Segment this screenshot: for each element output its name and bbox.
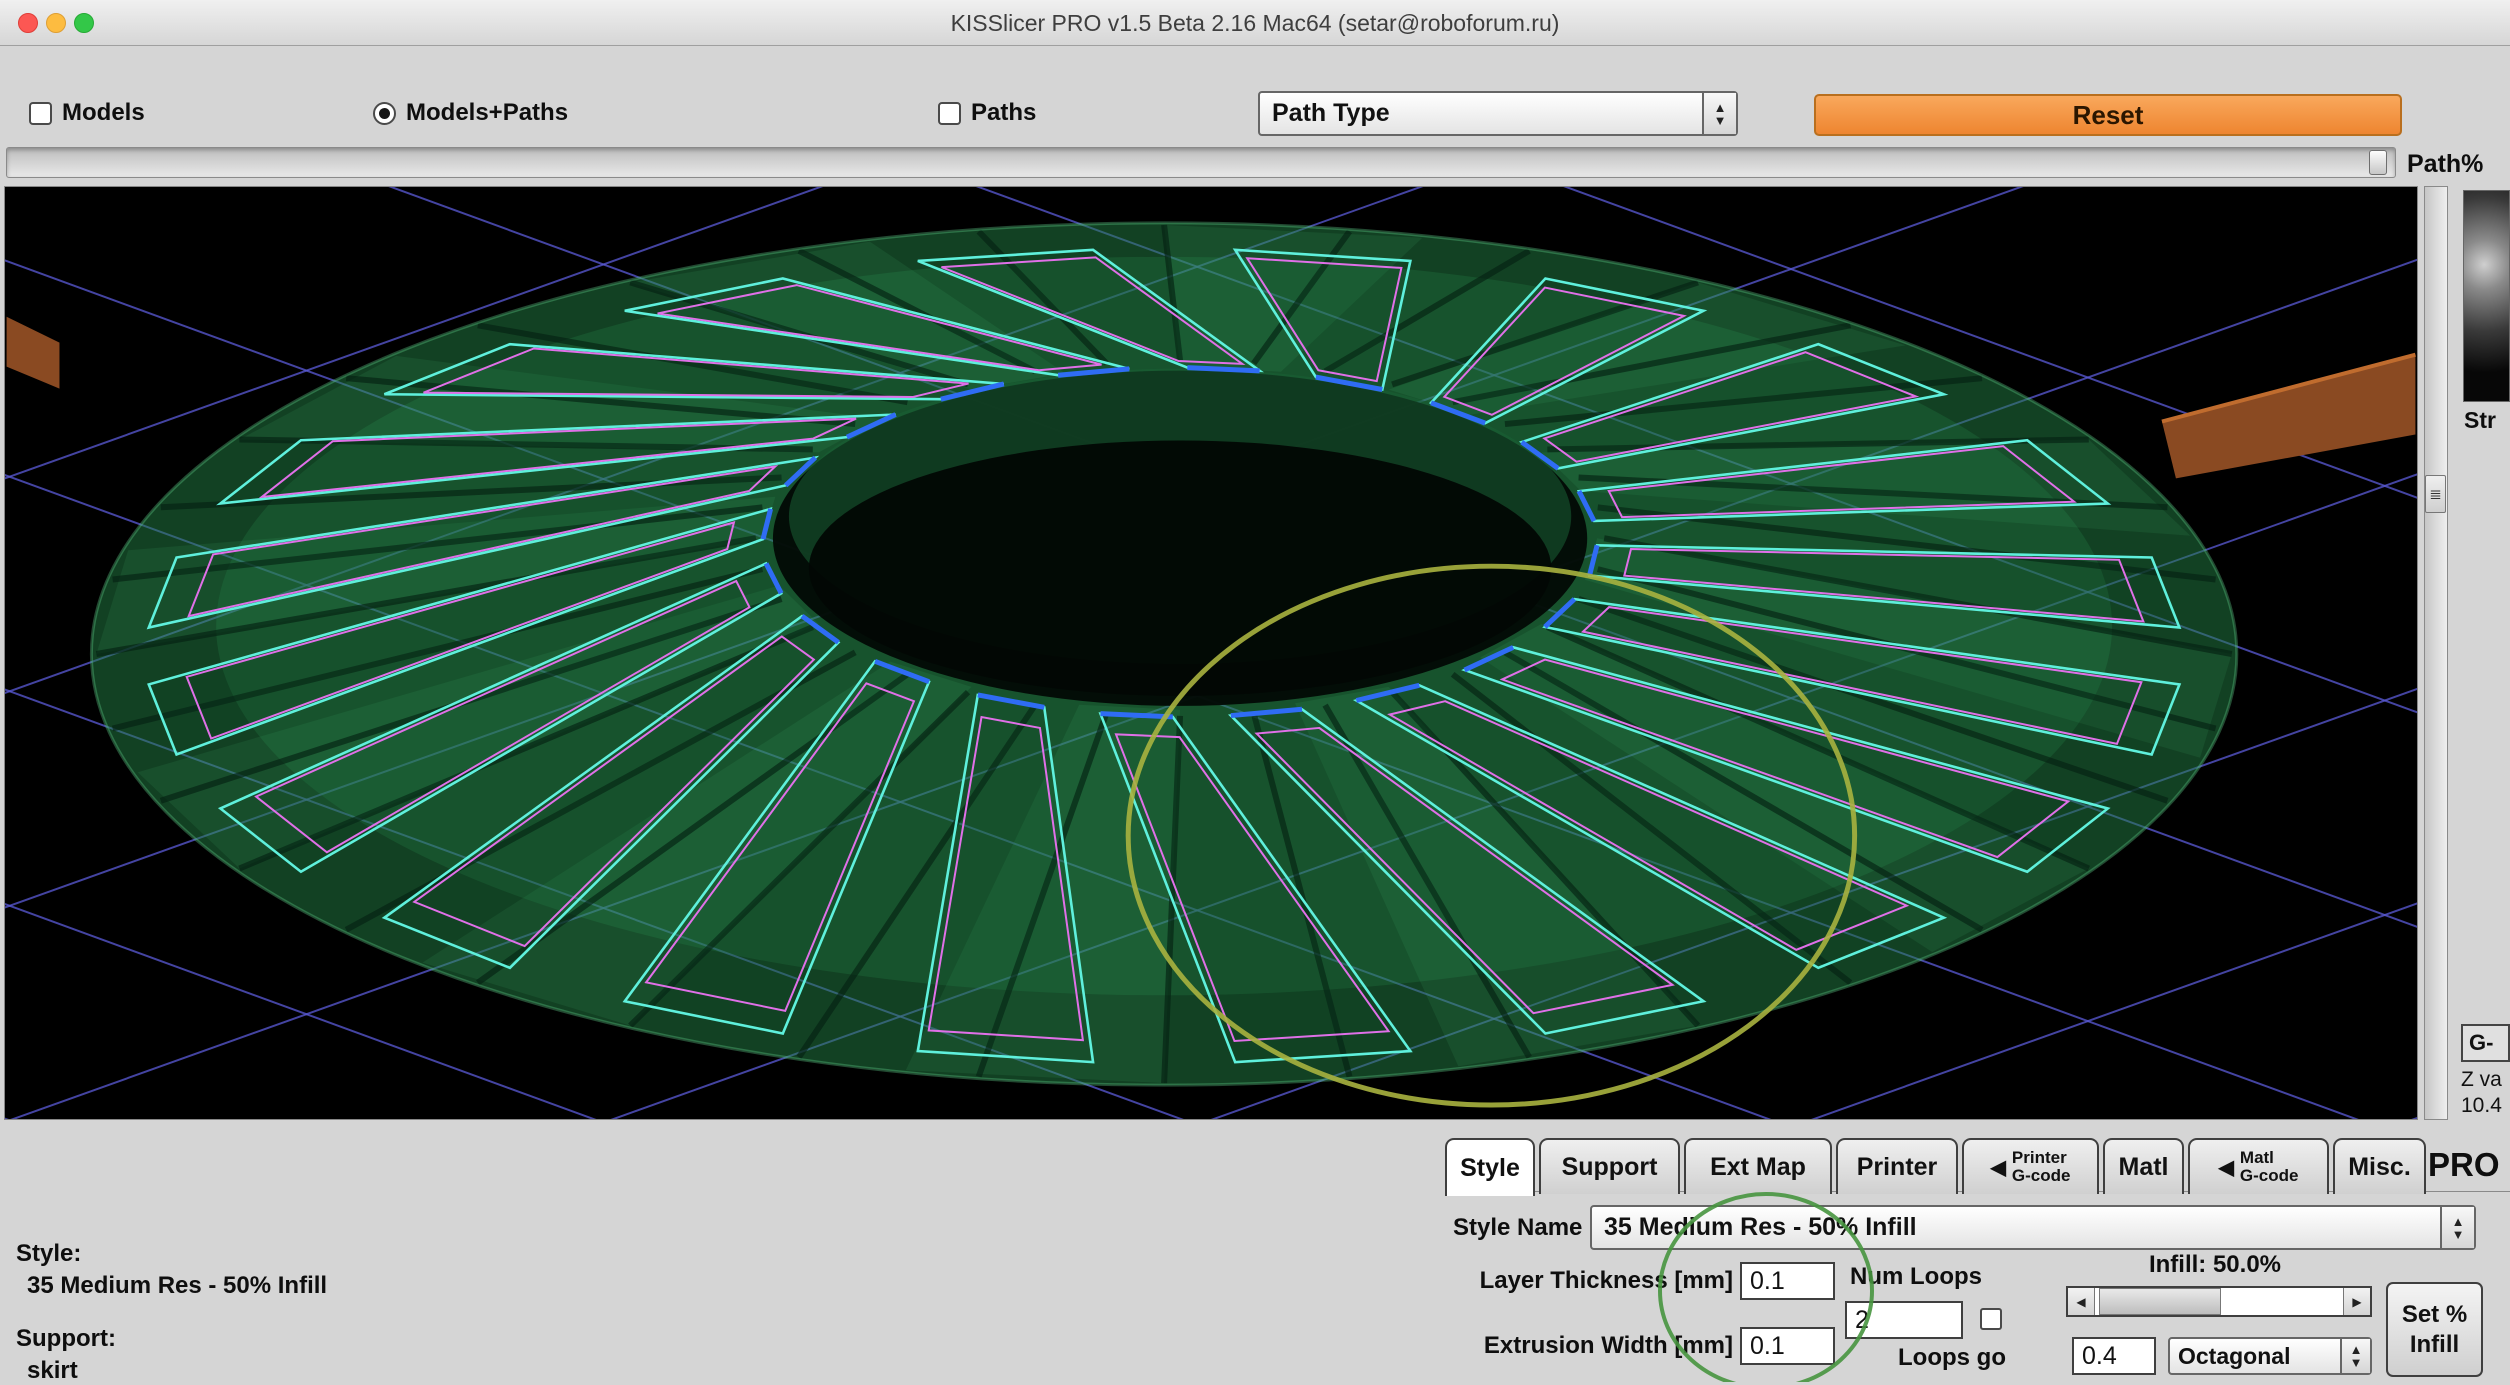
infill-ratio-input[interactable] — [2072, 1337, 2156, 1375]
models-paths-option[interactable]: Models+Paths — [373, 99, 568, 127]
paths-option[interactable]: Paths — [938, 99, 1036, 127]
path-type-stepper[interactable]: ▲ ▼ — [1702, 93, 1736, 134]
close-button[interactable] — [18, 13, 38, 33]
style-name-stepper[interactable]: ▲ ▼ — [2440, 1207, 2474, 1248]
tab-ext-map[interactable]: Ext Map — [1684, 1138, 1832, 1194]
stepper-up-icon: ▲ — [2452, 1215, 2465, 1228]
viewport-canvas — [5, 187, 2417, 1119]
style-name-dropdown[interactable]: 35 Medium Res - 50% Infill ▲ ▼ — [1590, 1205, 2476, 1250]
set-percent-infill-button[interactable]: Set % Infill — [2386, 1282, 2483, 1377]
scroll-right-icon: ▶ — [2352, 1295, 2361, 1309]
gcode-label: G- — [2469, 1030, 2493, 1056]
loops-checkbox[interactable] — [1980, 1308, 2002, 1330]
style-name-label: Style Name — [1453, 1214, 1582, 1242]
tab-support-label: Support — [1562, 1153, 1658, 1182]
tab-printer-gcode[interactable]: ◀ PrinterG-code — [1962, 1138, 2099, 1194]
extrusion-width-input[interactable] — [1740, 1327, 1835, 1365]
models-paths-radio[interactable] — [373, 102, 396, 125]
tab-matl-gcode-line2: G-code — [2240, 1167, 2299, 1185]
gcode-button[interactable]: G- — [2461, 1024, 2510, 1062]
tab-misc-label: Misc. — [2348, 1153, 2411, 1182]
layer-thickness-label: Layer Thickness [mm] — [1448, 1267, 1733, 1295]
models-checkbox[interactable] — [29, 102, 52, 125]
z-value-label: 10.4 — [2461, 1094, 2502, 1118]
path-type-dropdown[interactable]: Path Type ▲ ▼ — [1258, 91, 1738, 136]
tab-printer-gcode-line2: G-code — [2012, 1167, 2071, 1185]
settings-tabs: Style Support Ext Map Printer ◀ PrinterG… — [1445, 1136, 2426, 1194]
paths-checkbox[interactable] — [938, 102, 961, 125]
models-paths-label: Models+Paths — [406, 99, 568, 127]
infill-pattern-stepper[interactable]: ▲ ▼ — [2340, 1339, 2370, 1373]
support-value: skirt — [27, 1357, 78, 1385]
set-infill-line1: Set % — [2402, 1300, 2467, 1330]
viewport-vertical-slider-thumb[interactable]: ≣ — [2425, 475, 2446, 513]
kisslicer-window: { "window": { "title": "KISSlicer PRO v1… — [0, 0, 2510, 1382]
reset-button[interactable]: Reset — [1814, 94, 2402, 136]
scroll-left-icon: ◀ — [2076, 1295, 2085, 1309]
minimize-button[interactable] — [46, 13, 66, 33]
infill-slider-thumb[interactable] — [2099, 1288, 2221, 1315]
stepper-down-icon: ▼ — [2350, 1356, 2363, 1369]
tab-printer-label: Printer — [1857, 1153, 1938, 1182]
models-label: Models — [62, 99, 145, 127]
models-option[interactable]: Models — [29, 99, 145, 127]
tab-matl-gcode[interactable]: ◀ MatlG-code — [2188, 1138, 2329, 1194]
tab-style[interactable]: Style — [1445, 1138, 1535, 1196]
z-label: Z va — [2461, 1068, 2502, 1092]
style-name-value: 35 Medium Res - 50% Infill — [1592, 1207, 2440, 1248]
tab-misc[interactable]: Misc. — [2333, 1138, 2426, 1194]
stepper-down-icon: ▼ — [1714, 114, 1727, 127]
tab-matl[interactable]: Matl — [2103, 1138, 2184, 1194]
infill-percent-label: Infill: 50.0% — [2090, 1251, 2340, 1279]
support-heading: Support: — [16, 1325, 116, 1353]
radio-dot-icon — [379, 108, 390, 119]
num-loops-input[interactable] — [1845, 1301, 1963, 1339]
infill-slider-right-arrow[interactable]: ▶ — [2343, 1288, 2370, 1315]
extrusion-width-label: Extrusion Width [mm] — [1448, 1332, 1733, 1360]
paths-label: Paths — [971, 99, 1036, 127]
style-value: 35 Medium Res - 50% Infill — [27, 1272, 327, 1300]
tab-matl-gcode-line1: Matl — [2240, 1149, 2299, 1167]
path-type-value: Path Type — [1260, 93, 1702, 134]
viewport-3d[interactable] — [4, 186, 2418, 1120]
tab-support[interactable]: Support — [1539, 1138, 1680, 1194]
path-percent-slider-thumb[interactable] — [2369, 150, 2387, 175]
layer-thickness-input[interactable] — [1740, 1262, 1835, 1300]
preview-thumbnail-image — [2463, 190, 2510, 402]
grip-icon: ≣ — [2429, 485, 2442, 503]
tab-matl-label: Matl — [2119, 1153, 2169, 1182]
infill-slider-left-arrow[interactable]: ◀ — [2068, 1288, 2095, 1315]
zoom-button[interactable] — [74, 13, 94, 33]
window-title: KISSlicer PRO v1.5 Beta 2.16 Mac64 (seta… — [0, 0, 2510, 46]
set-infill-line2: Infill — [2410, 1330, 2459, 1360]
tab-printer-gcode-line1: Printer — [2012, 1149, 2071, 1167]
loops-go-label: Loops go — [1898, 1344, 2006, 1372]
strength-label: Str — [2464, 407, 2496, 434]
num-loops-label: Num Loops — [1850, 1263, 1982, 1291]
left-arrow-icon: ◀ — [2219, 1155, 2234, 1180]
tab-printer[interactable]: Printer — [1836, 1138, 1958, 1194]
style-heading: Style: — [16, 1240, 81, 1268]
pro-badge: PRO — [2428, 1146, 2500, 1184]
path-percent-label: Path% — [2407, 150, 2483, 179]
left-arrow-icon: ◀ — [1991, 1155, 2006, 1180]
infill-pattern-dropdown[interactable]: Octagonal ▲ ▼ — [2168, 1337, 2372, 1375]
tab-style-label: Style — [1460, 1154, 1520, 1183]
stepper-up-icon: ▲ — [1714, 101, 1727, 114]
tab-ext-map-label: Ext Map — [1710, 1153, 1806, 1182]
stepper-down-icon: ▼ — [2452, 1228, 2465, 1241]
titlebar: KISSlicer PRO v1.5 Beta 2.16 Mac64 (seta… — [0, 0, 2510, 46]
reset-label: Reset — [2073, 100, 2144, 131]
infill-slider[interactable]: ◀ ▶ — [2066, 1286, 2372, 1317]
infill-pattern-value: Octagonal — [2170, 1339, 2340, 1373]
viewport-vertical-slider[interactable]: ≣ — [2424, 186, 2448, 1120]
path-percent-slider[interactable] — [6, 147, 2396, 178]
